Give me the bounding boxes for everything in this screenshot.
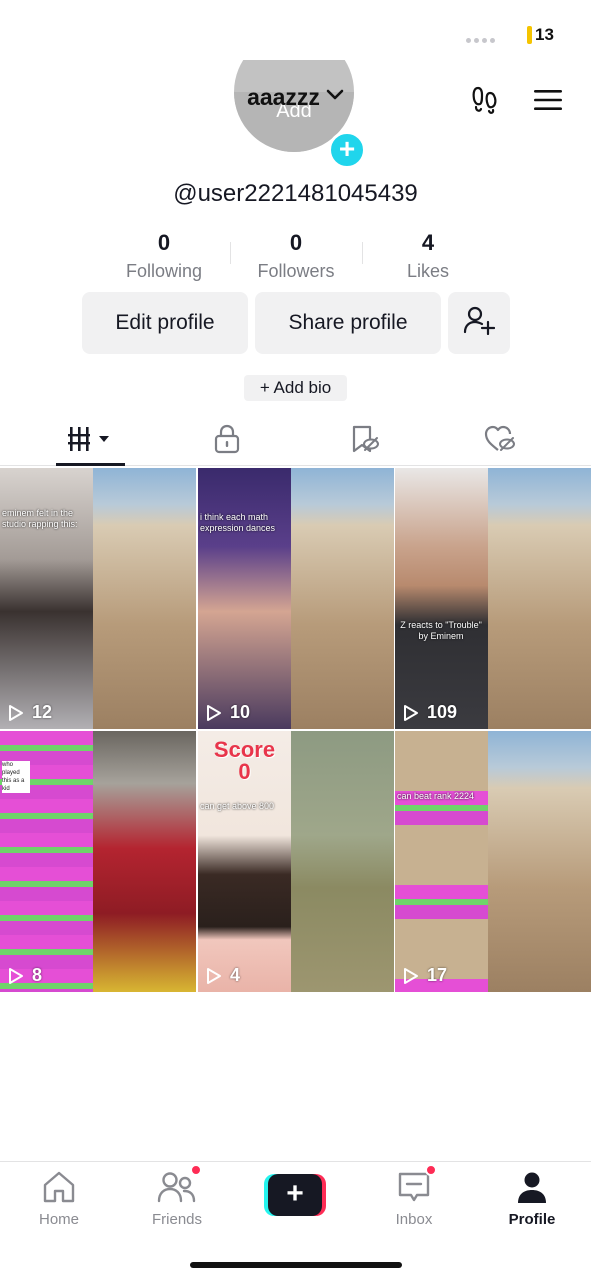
score-title: Score [213, 737, 276, 762]
view-count-value: 4 [230, 965, 241, 985]
add-bio-button[interactable]: + Add bio [244, 375, 347, 401]
battery-indicator: 13 [527, 25, 554, 45]
view-count: 4 [206, 965, 240, 986]
nav-label: Friends [151, 1211, 203, 1228]
profile-tabs [0, 416, 591, 466]
view-count: 12 [8, 702, 52, 723]
stat-divider [362, 242, 363, 264]
signal-icon [466, 38, 495, 43]
stat-following[interactable]: 0 Following [98, 230, 230, 282]
friends-icon [157, 1172, 196, 1203]
create-button[interactable]: + [264, 1174, 326, 1216]
lock-icon [214, 424, 240, 459]
video-thumbnail[interactable]: Z reacts to "Trouble" by Eminem 109 [395, 468, 591, 729]
chevron-down-icon [326, 88, 344, 107]
stat-divider [230, 242, 231, 264]
plus-icon: + [268, 1174, 322, 1216]
stat-label: Following [125, 261, 203, 281]
score-value: 0 [238, 759, 251, 784]
nav-friends[interactable]: Friends [132, 1170, 222, 1228]
play-icon [9, 704, 23, 721]
play-icon [404, 967, 418, 984]
score-overlay: Score 0 [198, 739, 291, 783]
stat-value: 0 [157, 230, 171, 255]
heart-hidden-icon [484, 424, 516, 459]
tab-reposts[interactable] [335, 416, 395, 466]
inbox-notification-dot [425, 1164, 437, 1176]
tab-private[interactable] [197, 416, 257, 466]
video-caption: eminem felt in the studio rapping this: [2, 508, 78, 529]
profile-views-footprint-icon[interactable] [468, 84, 502, 116]
nav-home[interactable]: Home [14, 1170, 104, 1228]
add-avatar-plus-icon[interactable]: + [328, 131, 366, 169]
stat-label: Likes [406, 261, 450, 281]
view-count-value: 10 [230, 702, 251, 722]
play-icon [9, 967, 23, 984]
video-caption: i think each math expression dances [200, 512, 276, 533]
video-caption: can get above 800 [200, 801, 275, 811]
battery-level: 13 [535, 25, 554, 44]
inbox-icon [398, 1172, 430, 1202]
view-count-value: 17 [427, 965, 448, 985]
profile-handle: @user2221481045439 [173, 180, 418, 207]
edit-profile-button[interactable]: Edit profile [82, 292, 248, 354]
share-profile-button[interactable]: Share profile [255, 292, 441, 354]
video-caption: Z reacts to "Trouble" by Eminem [400, 620, 482, 641]
stat-likes[interactable]: 4 Likes [362, 230, 494, 282]
nav-profile[interactable]: Profile [487, 1170, 577, 1228]
add-user-icon [463, 305, 496, 341]
profile-icon [518, 1172, 546, 1203]
video-caption: who played this as a kid [2, 761, 30, 793]
stat-value: 4 [421, 230, 435, 255]
video-caption: can beat rank 2224 [397, 791, 475, 801]
video-grid-icon [67, 425, 114, 458]
view-count: 10 [206, 702, 250, 723]
header-username: aaazzz [247, 84, 320, 110]
video-thumbnail[interactable]: i think each math expression dances 10 [198, 468, 394, 729]
video-thumbnail[interactable]: Score 0 can get above 800 4 [198, 731, 394, 992]
view-count-value: 109 [427, 702, 458, 722]
stat-label: Followers [257, 261, 335, 281]
nav-label: Home [38, 1211, 79, 1228]
view-count-value: 12 [32, 702, 53, 722]
home-icon [43, 1171, 75, 1203]
active-tab-indicator [56, 463, 125, 466]
account-switcher[interactable]: aaazzz [0, 84, 591, 111]
view-count: 17 [403, 965, 447, 986]
battery-icon [527, 26, 532, 44]
play-icon [207, 967, 221, 984]
view-count: 8 [8, 965, 42, 986]
menu-icon[interactable] [530, 84, 566, 116]
video-thumbnail[interactable]: eminem felt in the studio rapping this: … [0, 468, 196, 729]
nav-label: Profile [508, 1211, 556, 1228]
add-friend-button[interactable] [448, 292, 510, 354]
profile-stats: 0 Following 0 Followers 4 Likes [98, 230, 494, 282]
tab-videos[interactable] [56, 416, 125, 466]
video-thumbnail[interactable]: who played this as a kid 8 [0, 731, 196, 992]
view-count-value: 8 [32, 965, 43, 985]
nav-label: Inbox [395, 1211, 433, 1228]
tab-liked[interactable] [470, 416, 530, 466]
play-icon [207, 704, 221, 721]
stat-followers[interactable]: 0 Followers [230, 230, 362, 282]
home-indicator [190, 1262, 402, 1268]
bookmark-hidden-icon [350, 424, 380, 459]
video-thumbnail[interactable]: can beat rank 2224 17 [395, 731, 591, 992]
view-count: 109 [403, 702, 457, 723]
stat-value: 0 [289, 230, 303, 255]
play-icon [404, 704, 418, 721]
nav-inbox[interactable]: Inbox [369, 1170, 459, 1228]
friends-notification-dot [190, 1164, 202, 1176]
